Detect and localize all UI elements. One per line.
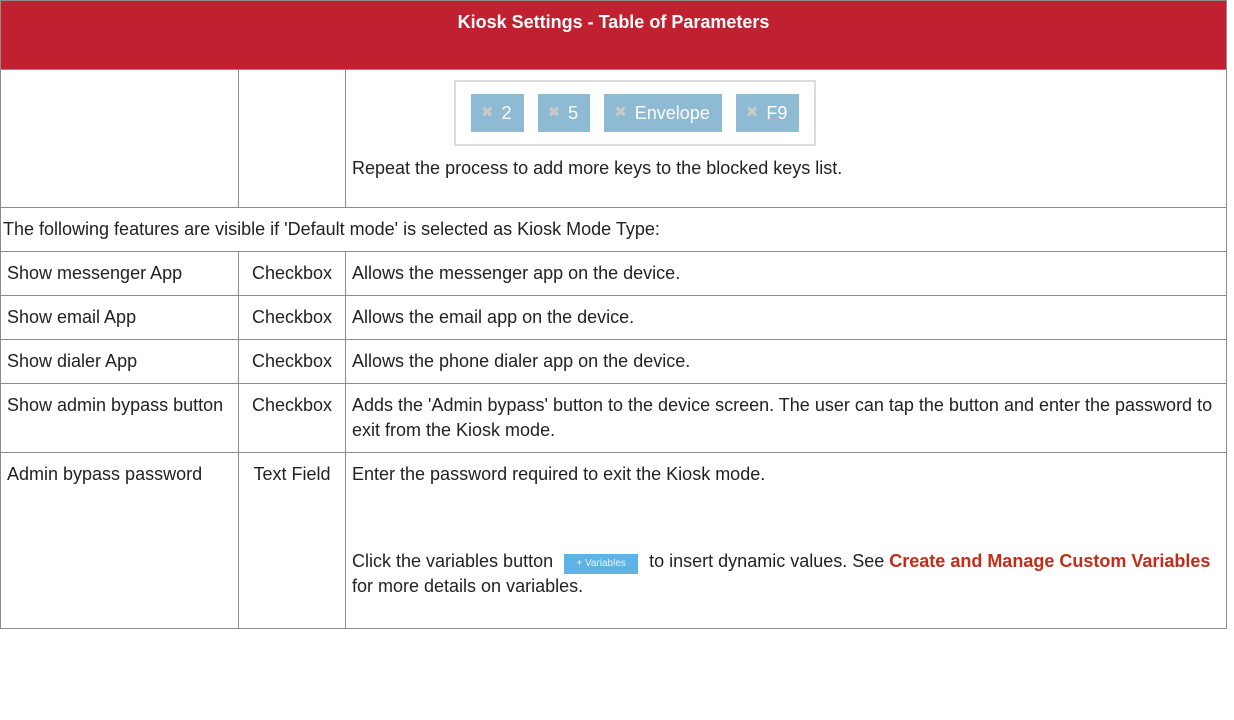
parameters-table: Kiosk Settings - Table of Parameters ✖ 2 … — [0, 0, 1228, 629]
blocked-keys-box: ✖ 2 ✖ 5 ✖ Envelope ✖ F9 — [454, 80, 817, 146]
param-type: Checkbox — [238, 383, 346, 453]
param-name: Show admin bypass button — [0, 383, 239, 453]
param-desc: Enter the password required to exit the … — [352, 464, 766, 484]
table-row: Show dialer App Checkbox Allows the phon… — [0, 339, 1228, 384]
blocked-keys-cell: ✖ 2 ✖ 5 ✖ Envelope ✖ F9 Repeat the process t… — [344, 69, 1228, 208]
table-row: Show email App Checkbox Allows the email… — [0, 295, 1228, 340]
param-desc: Adds the 'Admin bypass' button to the de… — [344, 383, 1228, 453]
blocked-key-chip[interactable]: ✖ 5 — [537, 94, 591, 132]
default-mode-note: The following features are visible if 'D… — [0, 207, 1228, 252]
table-row: Show admin bypass button Checkbox Adds t… — [0, 383, 1228, 453]
param-type: Checkbox — [238, 251, 346, 296]
kiosk-parameters-page: Kiosk Settings - Table of Parameters ✖ 2 … — [0, 0, 1228, 720]
remove-icon[interactable]: ✖ — [481, 94, 494, 132]
blocked-key-chip[interactable]: ✖ Envelope — [604, 94, 722, 132]
blocked-key-chip[interactable]: ✖ 2 — [471, 94, 524, 132]
param-name: Show email App — [0, 295, 239, 340]
table-title: Kiosk Settings - Table of Parameters — [0, 0, 1228, 70]
variables-note: Click the variables button + Variables t… — [352, 551, 1211, 596]
param-desc: Allows the messenger app on the device. — [344, 251, 1228, 296]
empty-cell — [238, 69, 346, 208]
table-header-row: Kiosk Settings - Table of Parameters — [0, 0, 1228, 70]
remove-icon[interactable]: ✖ — [746, 94, 759, 132]
table-row: Show messenger App Checkbox Allows the m… — [0, 251, 1228, 296]
param-desc: Allows the phone dialer app on the devic… — [344, 339, 1228, 384]
table-row: Admin bypass password Text Field Enter t… — [0, 452, 1228, 629]
param-type: Checkbox — [238, 295, 346, 340]
repeat-note: Repeat the process to add more keys to t… — [352, 158, 843, 178]
empty-cell — [0, 69, 239, 208]
remove-icon[interactable]: ✖ — [614, 94, 627, 132]
param-name: Admin bypass password — [0, 452, 239, 629]
param-desc: Allows the email app on the device. — [344, 295, 1228, 340]
variables-button[interactable]: + Variables — [564, 554, 639, 574]
param-name: Show dialer App — [0, 339, 239, 384]
default-mode-row: The following features are visible if 'D… — [0, 207, 1228, 252]
param-name: Show messenger App — [0, 251, 239, 296]
custom-variables-link[interactable]: Create and Manage Custom Variables — [889, 551, 1210, 571]
param-type: Checkbox — [238, 339, 346, 384]
param-desc-cell: Enter the password required to exit the … — [344, 452, 1228, 629]
param-type: Text Field — [238, 452, 346, 629]
blocked-keys-row: ✖ 2 ✖ 5 ✖ Envelope ✖ F9 Repeat the process t… — [0, 69, 1228, 208]
remove-icon[interactable]: ✖ — [548, 94, 561, 132]
blocked-key-chip[interactable]: ✖ F9 — [735, 94, 800, 132]
